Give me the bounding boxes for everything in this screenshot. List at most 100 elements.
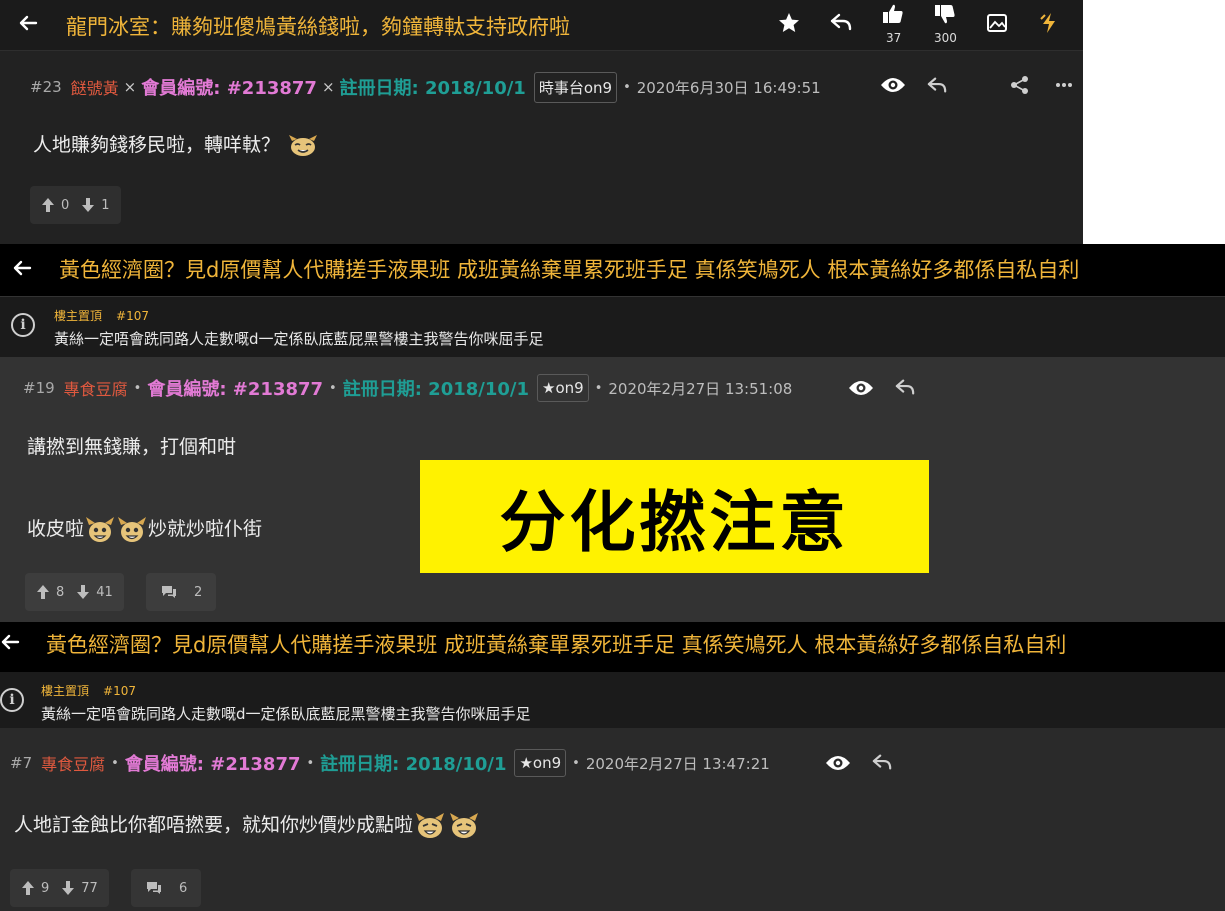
post-content-text: 炒就炒啦仆街 xyxy=(148,518,263,540)
vote-bar: 8 41 xyxy=(25,573,124,611)
separator: × xyxy=(321,78,335,96)
user-tag: ★on9 xyxy=(514,749,567,777)
post-content-text: 人地訂金蝕比你都唔撚要，就知你炒價炒成點啦 xyxy=(14,814,414,836)
thumbs-down-icon[interactable] xyxy=(934,3,956,25)
downvote-count: 77 xyxy=(81,880,98,896)
laughing-dog-emoji-icon xyxy=(116,515,148,542)
user-tag: 時事台on9 xyxy=(533,71,618,103)
comment-icon xyxy=(145,880,163,896)
bullet: • xyxy=(133,380,142,396)
reply-icon[interactable] xyxy=(871,752,893,772)
bullet: • xyxy=(572,755,580,771)
bullet: • xyxy=(623,79,631,95)
overlay-warning-stamp: 分化撚注意 xyxy=(420,460,929,573)
eye-icon[interactable] xyxy=(880,75,906,95)
thread-topbar: 黃色經濟圈？見d原價幫人代購搓手液果班 成班黃絲棄單累死班手足 真係笑鳩死人 根… xyxy=(0,622,1225,672)
downvote-arrow-icon[interactable] xyxy=(76,584,90,600)
post-header: #7 專食豆腐 • 會員編號: #213877 • 註冊日期: 2018/10/… xyxy=(10,746,770,780)
image-icon[interactable] xyxy=(986,12,1008,34)
post-username[interactable]: 餸號黃 xyxy=(71,75,119,99)
user-tag: ★on9 xyxy=(537,374,589,402)
star-icon[interactable] xyxy=(777,11,801,35)
registration-date: 註冊日期: 2018/10/1 xyxy=(320,754,507,775)
pinned-text[interactable]: 黃絲一定唔會跣同路人走數嘅d一定係臥底藍屁黑警樓主我警告你咪屈手足 xyxy=(54,328,544,349)
screenshot-panel-3: 黃色經濟圈？見d原價幫人代購搓手液果班 成班黃絲棄單累死班手足 真係笑鳩死人 根… xyxy=(0,622,1225,911)
eye-icon[interactable] xyxy=(825,753,851,773)
pinned-label: 樓主置頂 xyxy=(41,684,90,698)
post-content: 人地賺夠錢移民啦，轉咩軚？ xyxy=(33,130,318,159)
pinned-number[interactable]: #107 xyxy=(103,684,136,698)
bullet: • xyxy=(306,755,315,771)
post-date: 2020年2月27日 13:47:21 xyxy=(585,754,770,773)
vote-bar: 0 1 xyxy=(30,186,121,224)
comment-count: 6 xyxy=(179,880,188,896)
thumbs-up-icon[interactable] xyxy=(882,3,904,25)
registration-date: 註冊日期: 2018/10/1 xyxy=(339,78,526,99)
downvote-count: 41 xyxy=(96,584,113,600)
post-date: 2020年6月30日 16:49:51 xyxy=(636,78,821,97)
post-content-text: 人地賺夠錢移民啦，轉咩軚？ xyxy=(33,134,281,156)
bullet: • xyxy=(329,380,337,396)
thread-title: 龍門冰室：賺夠班傻鳩黃絲錢啦，夠鐘轉軚支持政府啦 xyxy=(66,15,570,39)
thread-topbar: 龍門冰室：賺夠班傻鳩黃絲錢啦，夠鐘轉軚支持政府啦 37 300 xyxy=(0,0,1083,51)
upvote-arrow-icon[interactable] xyxy=(36,584,50,600)
thread-title: 黃色經濟圈？見d原價幫人代購搓手液果班 成班黃絲棄單累死班手足 真係笑鳩死人 根… xyxy=(46,633,1067,657)
laughing-dog-emoji-icon xyxy=(413,811,447,838)
pinned-notice-body: 樓主置頂 #107 黃絲一定唔會跣同路人走數嘅d一定係臥底藍屁黑警樓主我警告你咪屈… xyxy=(41,682,531,724)
upvote-arrow-icon[interactable] xyxy=(41,197,55,213)
info-icon: i xyxy=(0,688,24,712)
more-options-icon[interactable] xyxy=(1055,82,1073,88)
eye-icon[interactable] xyxy=(848,378,874,398)
post-number: #23 xyxy=(30,78,62,96)
post-header: #19 專食豆腐 • 會員編號: #213877 • 註冊日期: 2018/10… xyxy=(23,371,792,405)
back-arrow-icon[interactable] xyxy=(12,258,32,278)
reply-icon[interactable] xyxy=(829,11,853,33)
comment-button[interactable]: 6 xyxy=(131,869,202,907)
pinned-number[interactable]: #107 xyxy=(116,309,149,323)
member-number: 會員編號: #213877 xyxy=(147,379,324,400)
like-count: 37 xyxy=(886,31,902,45)
screenshot-panel-1: 龍門冰室：賺夠班傻鳩黃絲錢啦，夠鐘轉軚支持政府啦 37 300 #23 餸號黃 … xyxy=(0,0,1083,244)
post-number: #19 xyxy=(23,379,55,397)
info-icon: i xyxy=(11,313,35,337)
back-arrow-icon[interactable] xyxy=(18,13,38,33)
upvote-count: 8 xyxy=(56,584,65,600)
comment-button[interactable]: 2 xyxy=(146,573,217,611)
laughing-dog-emoji-icon xyxy=(84,515,116,542)
thread-topbar: 黃色經濟圈？見d原價幫人代購搓手液果班 成班黃絲棄單累死班手足 真係笑鳩死人 根… xyxy=(0,244,1225,296)
comment-icon xyxy=(160,584,178,600)
post-username[interactable]: 專食豆腐 xyxy=(64,376,128,400)
lightning-icon[interactable] xyxy=(1038,11,1060,35)
pinned-notice: i 樓主置頂 #107 黃絲一定唔會跣同路人走數嘅d一定係臥底藍屁黑警樓主我警告你… xyxy=(0,672,1225,728)
pinned-label: 樓主置頂 xyxy=(54,309,103,323)
bullet: • xyxy=(594,380,603,396)
post-username[interactable]: 專食豆腐 xyxy=(41,751,105,775)
downvote-arrow-icon[interactable] xyxy=(81,197,95,213)
post-content-line-1: 講撚到無錢賺，打個和咁 xyxy=(27,436,237,458)
post-date: 2020年2月27日 13:51:08 xyxy=(608,379,793,398)
reply-icon[interactable] xyxy=(894,377,916,397)
upvote-count: 9 xyxy=(41,880,50,896)
laughing-dog-emoji-icon xyxy=(447,811,481,838)
pinned-notice: i 樓主置頂 #107 黃絲一定唔會跣同路人走數嘅d一定係臥底藍屁黑警樓主我警告你… xyxy=(0,297,1225,357)
pinned-notice-body: 樓主置頂 #107 黃絲一定唔會跣同路人走數嘅d一定係臥底藍屁黑警樓主我警告你咪屈… xyxy=(54,307,544,349)
dislike-count: 300 xyxy=(934,31,957,45)
thread-title: 黃色經濟圈？見d原價幫人代購搓手液果班 成班黃絲棄單累死班手足 真係笑鳩死人 根… xyxy=(59,258,1080,282)
post-header: #23 餸號黃 × 會員編號: #213877 × 註冊日期: 2018/10/… xyxy=(30,70,821,104)
post-content-line-2: 收皮啦 炒就炒啦仆街 xyxy=(27,514,263,542)
member-number: 會員編號: #213877 xyxy=(124,754,301,775)
downvote-arrow-icon[interactable] xyxy=(61,880,75,896)
vote-bar: 9 77 xyxy=(10,869,109,907)
pinned-text[interactable]: 黃絲一定唔會跣同路人走數嘅d一定係臥底藍屁黑警樓主我警告你咪屈手足 xyxy=(41,703,531,724)
member-number: 會員編號: #213877 xyxy=(141,78,317,99)
post-content-text: 收皮啦 xyxy=(27,518,85,540)
back-arrow-icon[interactable] xyxy=(0,632,20,652)
post-number: #7 xyxy=(10,754,33,772)
share-icon[interactable] xyxy=(1010,75,1030,95)
upvote-arrow-icon[interactable] xyxy=(21,880,35,896)
separator: × xyxy=(123,78,137,96)
registration-date: 註冊日期: 2018/10/1 xyxy=(342,379,530,400)
reply-icon[interactable] xyxy=(926,75,948,95)
bullet: • xyxy=(111,755,119,771)
downvote-count: 1 xyxy=(101,197,110,213)
